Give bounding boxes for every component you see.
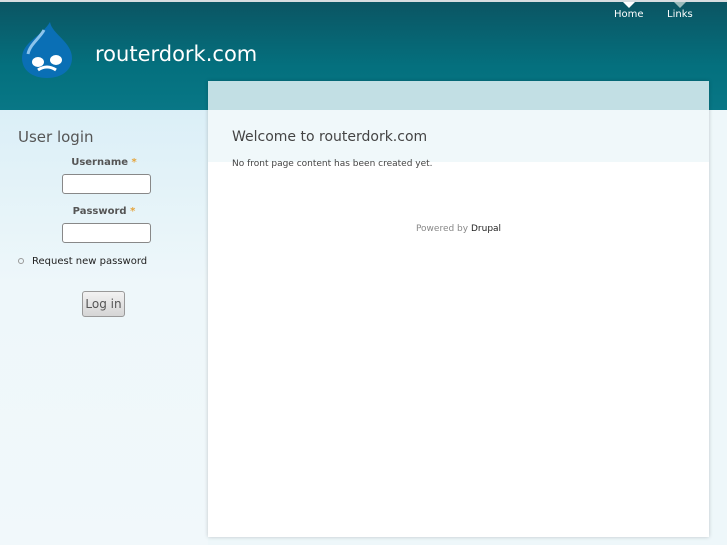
- password-input[interactable]: [62, 223, 151, 243]
- nav-links[interactable]: Links: [667, 2, 693, 20]
- user-login-title: User login: [18, 128, 94, 146]
- password-label: Password *: [0, 206, 208, 217]
- username-label: Username *: [0, 157, 208, 168]
- request-password-item: Request new password: [18, 256, 147, 267]
- username-label-text: Username: [71, 157, 129, 168]
- front-page-message: No front page content has been created y…: [232, 159, 433, 169]
- site-name[interactable]: routerdork.com: [95, 42, 257, 66]
- nav-home-label: Home: [614, 9, 644, 20]
- nav-links-label: Links: [667, 9, 693, 20]
- username-input[interactable]: [62, 174, 151, 194]
- active-indicator-icon: [622, 2, 635, 8]
- login-button[interactable]: Log in: [82, 291, 125, 317]
- sidebar: User login Username * Password * Request…: [0, 110, 208, 545]
- bullet-icon: [18, 258, 24, 264]
- page-title: Welcome to routerdork.com: [232, 129, 428, 145]
- footer: Powered by Drupal: [208, 224, 709, 234]
- nav-home[interactable]: Home: [614, 2, 644, 20]
- required-mark: *: [130, 206, 136, 217]
- password-label-text: Password: [72, 206, 127, 217]
- indicator-icon: [673, 2, 686, 8]
- required-mark: *: [131, 157, 137, 168]
- main-content: Welcome to routerdork.com No front page …: [208, 81, 709, 537]
- content-header-band: [208, 81, 709, 110]
- request-password-link[interactable]: Request new password: [32, 256, 147, 267]
- drupal-logo-icon[interactable]: [20, 20, 74, 80]
- drupal-link[interactable]: Drupal: [471, 224, 501, 234]
- powered-by-text: Powered by: [415, 224, 469, 234]
